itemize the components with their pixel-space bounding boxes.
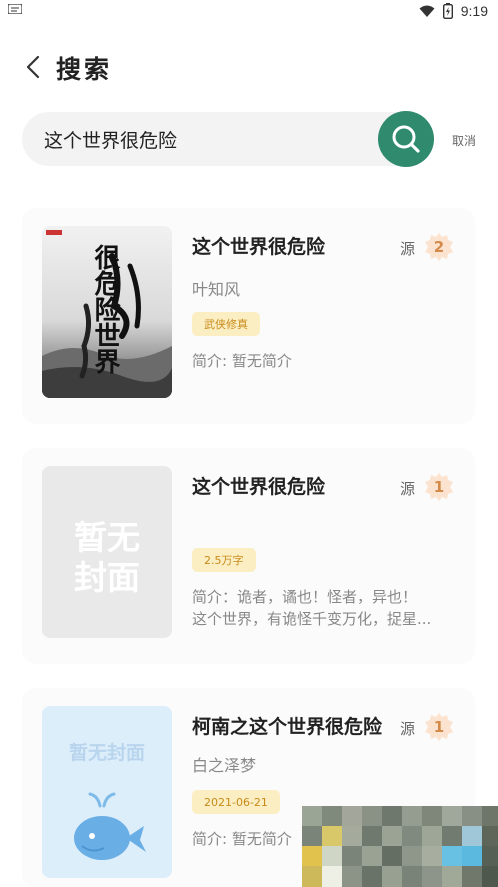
source-count: 1 xyxy=(433,718,445,736)
source-label: 源 xyxy=(400,240,416,258)
search-input[interactable] xyxy=(44,112,374,166)
header: 搜索 xyxy=(0,44,498,90)
book-cover: 很危险世界 xyxy=(42,226,172,398)
notification-icon xyxy=(8,4,22,14)
result-card[interactable]: 很危险世界 这个世界很危险 源 2 叶知风 武侠修真 简介: 暂无简介 xyxy=(22,208,475,424)
search-button[interactable] xyxy=(378,111,434,167)
book-cover-placeholder: 暂无 封面 xyxy=(42,466,172,638)
mosaic-overlay xyxy=(302,806,498,887)
search-icon xyxy=(392,125,420,153)
page-title: 搜索 xyxy=(56,55,113,84)
back-button[interactable] xyxy=(18,52,48,82)
book-intro: 简介：诡者，谲也！怪者，异也！ 这个世界，有诡怪千变万化，捉星... xyxy=(192,586,458,630)
chevron-left-icon xyxy=(26,55,40,79)
search-bar xyxy=(22,112,434,166)
cancel-button[interactable]: 取消 xyxy=(452,132,476,149)
book-title: 柯南之这个世界很危险 xyxy=(192,716,383,738)
book-author: 白之泽梦 xyxy=(192,756,257,775)
battery-icon xyxy=(442,3,453,19)
whale-icon xyxy=(74,792,146,860)
book-title: 这个世界很危险 xyxy=(192,236,326,258)
source-count: 1 xyxy=(433,478,445,496)
book-cover-placeholder: 暂无封面 xyxy=(42,706,172,878)
status-bar: 9:19 xyxy=(0,0,498,24)
source-count-badge[interactable]: 1 xyxy=(424,472,454,502)
source-count-badge[interactable]: 2 xyxy=(424,232,454,262)
cover-placeholder-text: 封面 xyxy=(74,558,140,597)
book-tag: 武侠修真 xyxy=(192,312,260,336)
result-card[interactable]: 暂无 封面 这个世界很危险 源 1 2.5万字 简介：诡者，谲也！怪者，异也！ … xyxy=(22,448,475,664)
source-label: 源 xyxy=(400,720,416,738)
cover-placeholder-text: 暂无封面 xyxy=(68,742,145,764)
book-tag: 2.5万字 xyxy=(192,548,256,572)
book-intro: 简介: 暂无简介 xyxy=(192,350,458,372)
book-author: 叶知风 xyxy=(192,280,241,299)
intro-line: 简介：诡者，谲也！怪者，异也！ xyxy=(192,588,418,606)
source-count: 2 xyxy=(433,238,445,256)
status-time: 9:19 xyxy=(460,3,488,19)
cover-placeholder-text: 暂无 xyxy=(74,518,140,557)
intro-line: 简介: 暂无简介 xyxy=(192,352,292,370)
source-count-badge[interactable]: 1 xyxy=(424,712,454,742)
book-tag: 2021-06-21 xyxy=(192,790,280,814)
intro-line: 这个世界，有诡怪千变万化，捉星... xyxy=(192,610,432,628)
book-title: 这个世界很危险 xyxy=(192,476,326,498)
source-label: 源 xyxy=(400,480,416,498)
cover-title-art: 很危险世界 xyxy=(90,244,120,374)
wifi-icon xyxy=(419,5,435,17)
